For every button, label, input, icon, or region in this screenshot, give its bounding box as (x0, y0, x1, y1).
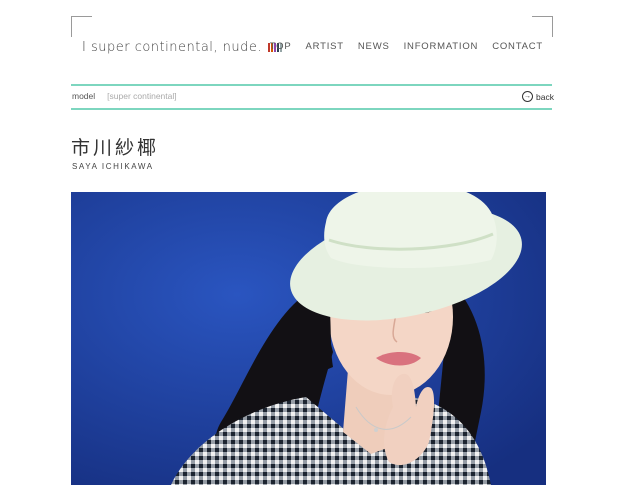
nav-item-contact[interactable]: CONTACT (492, 41, 543, 52)
site-logo[interactable]: I super continental, nude. (82, 40, 283, 55)
divider-top (71, 84, 552, 86)
corner-frame-top-left (71, 16, 92, 37)
profile-name-english: SAYA ICHIKAWA (72, 162, 154, 171)
breadcrumb: model [super continental] (72, 91, 177, 101)
profile-photo (71, 192, 546, 485)
nav-item-artist[interactable]: ARTIST (305, 41, 343, 52)
corner-frame-top-right (532, 16, 553, 37)
back-label: back (536, 91, 554, 102)
breadcrumb-agency: [super continental] (107, 91, 177, 101)
nav-item-top[interactable]: TOP (270, 41, 292, 52)
profile-photo-illustration (71, 192, 546, 485)
divider-bottom (71, 108, 552, 110)
main-nav: TOP ARTIST NEWS INFORMATION CONTACT (270, 41, 543, 52)
back-button[interactable]: → back (522, 91, 554, 102)
nav-item-information[interactable]: INFORMATION (404, 41, 479, 52)
site-logo-text: I super continental, nude. (82, 40, 263, 55)
arrow-right-circle-icon: → (522, 91, 533, 102)
profile-name-japanese: 市川紗椰 (71, 137, 160, 159)
breadcrumb-category[interactable]: model (72, 91, 95, 101)
nav-item-news[interactable]: NEWS (358, 41, 390, 52)
